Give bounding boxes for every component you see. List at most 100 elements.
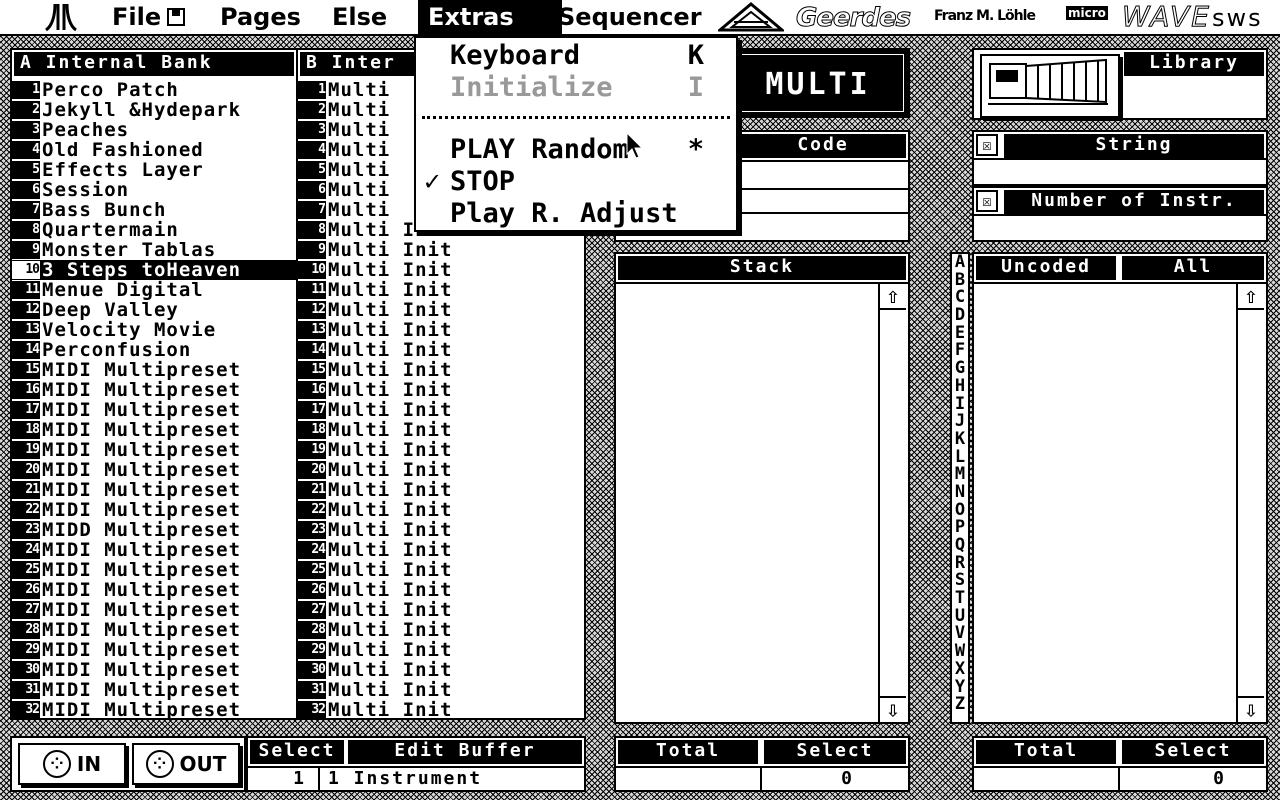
instr-filter-input[interactable] [974, 214, 1266, 242]
bank-a-item[interactable]: 22 MIDI Multipreset [12, 500, 296, 520]
bank-a-item[interactable]: 31 MIDI Multipreset [12, 680, 296, 700]
bank-b-item[interactable]: 25 Multi Init [298, 560, 584, 580]
library-scroll-down-icon[interactable]: ⇩ [1238, 696, 1264, 723]
menu-sequencer[interactable]: Sequencer [548, 0, 712, 34]
menu-pages[interactable]: Pages [210, 0, 311, 34]
edit-buffer-value[interactable]: 1 Instrument [320, 766, 584, 790]
bank-a-item[interactable]: 14 Perconfusion [12, 340, 296, 360]
bank-a-item[interactable]: 18 MIDI Multipreset [12, 420, 296, 440]
bank-b-item[interactable]: 26 Multi Init [298, 580, 584, 600]
bank-b-item[interactable]: 29 Multi Init [298, 640, 584, 660]
bank-b-item[interactable]: 16 Multi Init [298, 380, 584, 400]
preset-name: MIDD Multipreset [42, 520, 242, 540]
menu-extras[interactable]: Extras [418, 0, 562, 34]
bank-a-item[interactable]: 17 MIDI Multipreset [12, 400, 296, 420]
menu-item-stop[interactable]: ✓ STOP [416, 166, 736, 198]
preset-number: 17 [12, 401, 40, 419]
instr-filter-checkbox[interactable]: ☒ [976, 190, 998, 212]
bank-a-item[interactable]: 13 Velocity Movie [12, 320, 296, 340]
library-scrollbar[interactable]: ⇧ ⇩ [1236, 284, 1266, 723]
bank-b-item[interactable]: 15 Multi Init [298, 360, 584, 380]
bank-a-item[interactable]: 8 Quartermain [12, 220, 296, 240]
tab-uncoded[interactable]: Uncoded [976, 256, 1116, 280]
bank-a-item[interactable]: 11 Menue Digital [12, 280, 296, 300]
preset-name: 3 Steps toHeaven [42, 260, 242, 280]
bank-b-item[interactable]: 19 Multi Init [298, 440, 584, 460]
library-list[interactable]: ⇧ ⇩ [974, 282, 1266, 723]
bank-b-item[interactable]: 12 Multi Init [298, 300, 584, 320]
stack-scroll-down-icon[interactable]: ⇩ [880, 696, 906, 723]
bank-a-item[interactable]: 23 MIDD Multipreset [12, 520, 296, 540]
bank-b-item[interactable]: 32 Multi Init [298, 700, 584, 720]
bank-a-item[interactable]: 12 Deep Valley [12, 300, 296, 320]
bank-a-item[interactable]: 1 Perco Patch [12, 80, 296, 100]
stack-scroll-up-icon[interactable]: ⇧ [880, 284, 906, 310]
menu-file[interactable]: File [102, 0, 195, 34]
letter-index-item[interactable]: H [952, 377, 968, 396]
bank-a-item[interactable]: 28 MIDI Multipreset [12, 620, 296, 640]
letter-index-item[interactable]: X [952, 660, 968, 679]
preset-name: Multi Init [328, 340, 453, 360]
bank-a-item[interactable]: 7 Bass Bunch [12, 200, 296, 220]
bank-a-item[interactable]: 24 MIDI Multipreset [12, 540, 296, 560]
bank-a-item[interactable]: 29 MIDI Multipreset [12, 640, 296, 660]
bank-a-item[interactable]: 9 Monster Tablas [12, 240, 296, 260]
bank-b-item[interactable]: 11 Multi Init [298, 280, 584, 300]
bank-a-item[interactable]: 25 MIDI Multipreset [12, 560, 296, 580]
preset-name: Multi Init [328, 660, 453, 680]
preset-number: 6 [12, 181, 40, 199]
bank-a-item[interactable]: 6 Session [12, 180, 296, 200]
midi-out-button[interactable]: ⁘ OUT [132, 743, 240, 785]
bank-b-item[interactable]: 28 Multi Init [298, 620, 584, 640]
tab-all[interactable]: All [1122, 256, 1264, 280]
bank-b-item[interactable]: 17 Multi Init [298, 400, 584, 420]
bank-a-item[interactable]: 21 MIDI Multipreset [12, 480, 296, 500]
bank-a-item[interactable]: 10 3 Steps toHeaven [12, 260, 296, 280]
library-scroll-up-icon[interactable]: ⇧ [1238, 284, 1264, 310]
bank-b-item[interactable]: 27 Multi Init [298, 600, 584, 620]
disk-library-icon[interactable] [980, 54, 1120, 118]
stack-scrollbar[interactable]: ⇧ ⇩ [878, 284, 908, 723]
bank-a-item[interactable]: 32 MIDI Multipreset [12, 700, 296, 720]
atari-fuji-icon[interactable] [40, 0, 82, 34]
menu-item-play-r-adjust[interactable]: Play R. Adjust [416, 198, 736, 230]
bank-b-item[interactable]: 24 Multi Init [298, 540, 584, 560]
bank-a-item[interactable]: 26 MIDI Multipreset [12, 580, 296, 600]
bank-a-item[interactable]: 5 Effects Layer [12, 160, 296, 180]
library-label[interactable]: Library [1124, 52, 1264, 76]
bank-b-item[interactable]: 14 Multi Init [298, 340, 584, 360]
bank-a-item[interactable]: 19 MIDI Multipreset [12, 440, 296, 460]
bank-a-item[interactable]: 20 MIDI Multipreset [12, 460, 296, 480]
letter-index-item[interactable]: K [952, 430, 968, 449]
preset-number: 11 [12, 281, 40, 299]
bank-b-item[interactable]: 31 Multi Init [298, 680, 584, 700]
preset-name: Multi Init [328, 460, 453, 480]
bank-b-item[interactable]: 9 Multi Init [298, 240, 584, 260]
bank-a-item[interactable]: 30 MIDI Multipreset [12, 660, 296, 680]
string-filter-input[interactable] [974, 158, 1266, 186]
bank-b-item[interactable]: 23 Multi Init [298, 520, 584, 540]
bank-b-item[interactable]: 10 Multi Init [298, 260, 584, 280]
bank-a-item[interactable]: 16 MIDI Multipreset [12, 380, 296, 400]
midi-in-button[interactable]: ⁘ IN [18, 743, 126, 785]
bank-b-item[interactable]: 13 Multi Init [298, 320, 584, 340]
bank-a-item[interactable]: 15 MIDI Multipreset [12, 360, 296, 380]
bank-a-item[interactable]: 27 MIDI Multipreset [12, 600, 296, 620]
bank-a-item[interactable]: 3 Peaches [12, 120, 296, 140]
bank-b-item[interactable]: 30 Multi Init [298, 660, 584, 680]
menu-item-keyboard[interactable]: Keyboard K [416, 40, 736, 72]
bank-b-item[interactable]: 22 Multi Init [298, 500, 584, 520]
bank-a-item[interactable]: 4 Old Fashioned [12, 140, 296, 160]
menu-else[interactable]: Else [322, 0, 397, 34]
bank-b-item[interactable]: 18 Multi Init [298, 420, 584, 440]
mode-label[interactable]: MULTI [732, 54, 904, 112]
edit-buffer-select-value[interactable]: 1 [248, 766, 320, 790]
bank-a-item[interactable]: 2 Jekyll &Hydepark [12, 100, 296, 120]
letter-index-item[interactable]: Z [952, 695, 968, 714]
bank-b-item[interactable]: 21 Multi Init [298, 480, 584, 500]
menu-item-play-random[interactable]: PLAY Random * [416, 134, 736, 166]
stack-list[interactable]: ⇧ ⇩ [616, 282, 908, 723]
bank-b-item[interactable]: 20 Multi Init [298, 460, 584, 480]
letter-index-item[interactable]: N [952, 483, 968, 502]
string-filter-checkbox[interactable]: ☒ [976, 134, 998, 156]
